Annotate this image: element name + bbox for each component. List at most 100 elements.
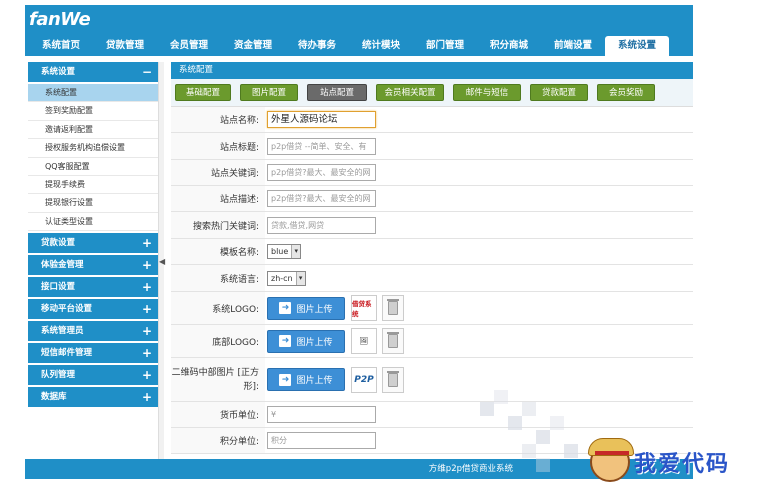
form-row: 站点标题: p2p借贷 --简单、安全、有 xyxy=(171,133,693,160)
expand-icon[interactable]: + xyxy=(142,343,152,363)
nav-member-management[interactable]: 会员管理 xyxy=(157,36,221,56)
upload-icon: ➜ xyxy=(279,335,292,347)
field-label: 站点关键词: xyxy=(171,160,265,185)
footer-logo-upload-button[interactable]: ➜ 图片上传 xyxy=(267,329,345,353)
sidebar-group-label: 系统管理员 xyxy=(41,326,84,337)
sidebar-item-qq-service[interactable]: QQ客服配置 xyxy=(28,158,158,176)
field-label: 搜索热门关键词: xyxy=(171,212,265,238)
currency-unit-input[interactable]: ¥ xyxy=(267,406,376,423)
form-row: 二维码中部图片 [正方形]: ➜ 图片上传 P2P xyxy=(171,358,693,402)
sidebar-group-label: 系统设置 xyxy=(41,67,76,77)
sidebar-group-api-settings[interactable]: 接口设置 + xyxy=(28,277,158,298)
watermark-text: 我爱代码 xyxy=(634,451,731,477)
nav-todo[interactable]: 待办事务 xyxy=(285,36,349,56)
sidebar-item-system-config[interactable]: 系统配置 xyxy=(28,84,158,103)
nav-frontend-settings[interactable]: 前端设置 xyxy=(541,36,605,56)
form-row: 底部LOGO: ➜ 图片上传 🖼 xyxy=(171,325,693,358)
language-select[interactable]: zh-cn ▾ xyxy=(267,270,306,286)
form-row: 货币单位: ¥ xyxy=(171,402,693,428)
expand-icon[interactable]: + xyxy=(142,299,152,319)
chevron-down-icon[interactable]: ▾ xyxy=(291,245,301,258)
sidebar-item-withdraw-bank[interactable]: 提现银行设置 xyxy=(28,194,158,213)
expand-icon[interactable]: + xyxy=(142,365,152,385)
site-name-input[interactable]: 外星人源码论坛 xyxy=(267,111,376,128)
tab-site-config[interactable]: 站点配置 xyxy=(307,84,367,101)
expand-icon[interactable]: + xyxy=(142,255,152,275)
site-config-form: 站点名称: 外星人源码论坛 站点标题: p2p借贷 --简单、安全、有 站点关键… xyxy=(171,106,693,454)
form-row: 站点关键词: p2p借贷?最大、最安全的网 xyxy=(171,160,693,186)
nav-points-mall[interactable]: 积分商城 xyxy=(477,36,541,56)
sidebar-item-agency-recovery[interactable]: 授权服务机构追偿设置 xyxy=(28,139,158,158)
tab-loan-config[interactable]: 贷款配置 xyxy=(530,84,588,101)
site-title-input[interactable]: p2p借贷 --简单、安全、有 xyxy=(267,137,376,155)
tab-member-config[interactable]: 会员相关配置 xyxy=(376,84,444,101)
tab-basic-config[interactable]: 基础配置 xyxy=(175,84,231,101)
sidebar-item-checkin-reward[interactable]: 签到奖励配置 xyxy=(28,102,158,121)
sidebar-group-database[interactable]: 数据库 + xyxy=(28,387,158,408)
config-tabs: 基础配置 图片配置 站点配置 会员相关配置 邮件与短信 贷款配置 会员奖励 xyxy=(171,79,693,106)
logo: fanWe xyxy=(29,9,91,30)
sidebar-group-sms-email[interactable]: 短信邮件管理 + xyxy=(28,343,158,364)
tab-image-config[interactable]: 图片配置 xyxy=(240,84,298,101)
expand-icon[interactable]: + xyxy=(142,277,152,297)
sidebar-item-withdraw-fee[interactable]: 提现手续费 xyxy=(28,176,158,195)
form-row: 模板名称: blue ▾ xyxy=(171,239,693,265)
app-window: fanWe 系统首页 贷款管理 会员管理 资金管理 待办事务 统计模块 部门管理… xyxy=(25,5,693,479)
sidebar-group-system-settings[interactable]: 系统设置 − xyxy=(28,62,158,82)
sidebar-item-auth-types[interactable]: 认证类型设置 xyxy=(28,213,158,232)
sidebar-collapse-handle[interactable]: ◀ xyxy=(158,62,165,462)
site-description-input[interactable]: p2p借贷?最大、最安全的网 xyxy=(267,190,376,207)
header: fanWe 系统首页 贷款管理 会员管理 资金管理 待办事务 统计模块 部门管理… xyxy=(25,5,693,56)
pirate-avatar-icon xyxy=(588,438,634,482)
field-label: 系统语言: xyxy=(171,265,265,291)
sidebar-group-label: 数据库 xyxy=(41,392,67,403)
sidebar-group-trial-fund[interactable]: 体验金管理 + xyxy=(28,255,158,276)
trash-icon[interactable] xyxy=(382,328,404,354)
sidebar-group-mobile-platform[interactable]: 移动平台设置 + xyxy=(28,299,158,320)
sidebar: 系统设置 − 系统配置 签到奖励配置 邀请返利配置 授权服务机构追偿设置 QQ客… xyxy=(28,62,158,409)
watermark: 我爱代码 xyxy=(588,438,731,482)
chevron-left-icon[interactable]: ◀ xyxy=(159,257,165,266)
form-row: 系统语言: zh-cn ▾ xyxy=(171,265,693,292)
site-keywords-input[interactable]: p2p借贷?最大、最安全的网 xyxy=(267,164,376,181)
sidebar-group-queue[interactable]: 队列管理 + xyxy=(28,365,158,386)
panel-title: 系统配置 xyxy=(171,62,693,79)
qr-image-thumbnail: P2P xyxy=(351,366,377,393)
nav-statistics[interactable]: 统计模块 xyxy=(349,36,413,56)
footer-logo-thumbnail: 🖼 xyxy=(351,328,377,354)
sidebar-item-invite-rebate[interactable]: 邀请返利配置 xyxy=(28,121,158,140)
sidebar-group-label: 队列管理 xyxy=(41,370,76,381)
nav-loan-management[interactable]: 贷款管理 xyxy=(93,36,157,56)
expand-icon[interactable]: + xyxy=(142,233,152,253)
qr-image-upload-button[interactable]: ➜ 图片上传 xyxy=(267,368,345,391)
field-label: 模板名称: xyxy=(171,239,265,264)
system-logo-upload-button[interactable]: ➜ 图片上传 xyxy=(267,296,345,320)
top-nav: 系统首页 贷款管理 会员管理 资金管理 待办事务 统计模块 部门管理 积分商城 … xyxy=(29,36,669,56)
sidebar-group-loan-settings[interactable]: 贷款设置 + xyxy=(28,233,158,254)
trash-icon[interactable] xyxy=(382,295,404,321)
sidebar-group-label: 贷款设置 xyxy=(41,238,76,249)
main-content: 系统配置 基础配置 图片配置 站点配置 会员相关配置 邮件与短信 贷款配置 会员… xyxy=(171,62,693,454)
hot-search-input[interactable]: 贷款,借贷,网贷 xyxy=(267,216,376,234)
nav-fund-management[interactable]: 资金管理 xyxy=(221,36,285,56)
collapse-icon[interactable]: − xyxy=(142,62,152,82)
tab-mail-sms[interactable]: 邮件与短信 xyxy=(453,84,521,101)
field-label: 站点描述: xyxy=(171,186,265,211)
nav-home[interactable]: 系统首页 xyxy=(29,36,93,56)
form-row: 站点描述: p2p借贷?最大、最安全的网 xyxy=(171,186,693,212)
template-select[interactable]: blue ▾ xyxy=(267,244,302,259)
expand-icon[interactable]: + xyxy=(142,387,152,407)
nav-department[interactable]: 部门管理 xyxy=(413,36,477,56)
form-row: 搜索热门关键词: 贷款,借贷,网贷 xyxy=(171,212,693,239)
expand-icon[interactable]: + xyxy=(142,321,152,341)
field-label: 底部LOGO: xyxy=(171,325,265,357)
tab-member-reward[interactable]: 会员奖励 xyxy=(597,84,655,101)
chevron-down-icon[interactable]: ▾ xyxy=(295,271,305,285)
mosaic-watermark xyxy=(480,390,590,480)
sidebar-group-admins[interactable]: 系统管理员 + xyxy=(28,321,158,342)
field-label: 货币单位: xyxy=(171,402,265,427)
trash-icon[interactable] xyxy=(382,366,404,393)
system-logo-thumbnail: 借贷系统 xyxy=(351,295,377,321)
nav-system-settings[interactable]: 系统设置 xyxy=(605,36,669,56)
points-unit-input[interactable]: 积分 xyxy=(267,432,376,449)
